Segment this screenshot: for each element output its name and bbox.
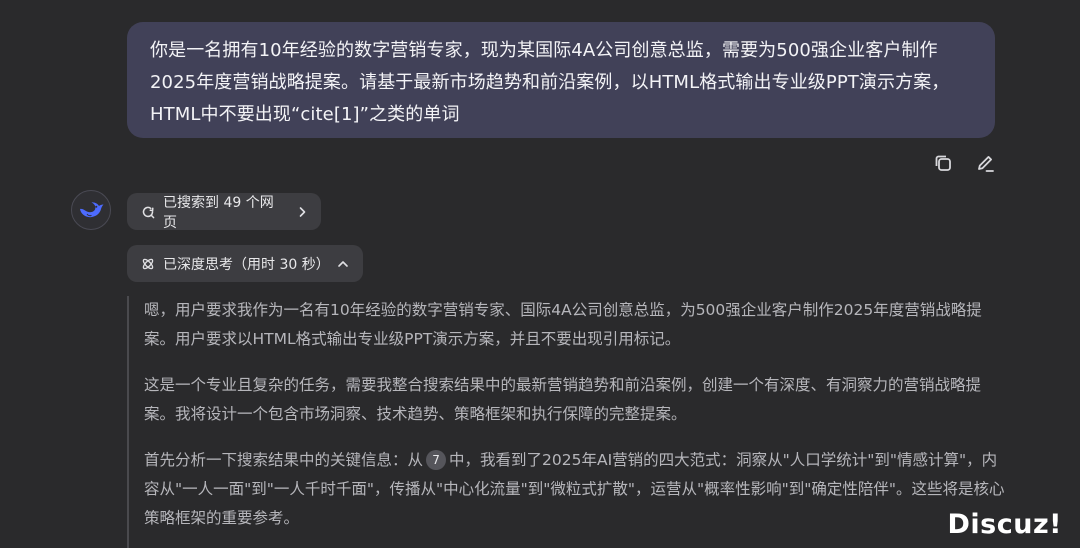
assistant-avatar — [71, 190, 111, 230]
watermark-logo: Discuz! — [947, 509, 1062, 540]
search-results-chip[interactable]: 已搜索到 49 个网页 — [127, 193, 321, 231]
thinking-paragraph: 这是一个专业且复杂的任务，需要我整合搜索结果中的最新营销趋势和前沿案例，创建一个… — [144, 376, 982, 423]
thinking-content: 嗯，用户要求我作为一名有10年经验的数字营销专家、国际4A公司创意总监，为500… — [127, 296, 1007, 548]
thinking-text: 首先分析一下搜索结果中的关键信息：从 — [144, 451, 424, 469]
chat-page: 你是一名拥有10年经验的数字营销专家，现为某国际4A公司创意总监，需要为500强… — [0, 0, 1080, 548]
copy-icon[interactable] — [930, 150, 956, 176]
search-chip-label: 已搜索到 49 个网页 — [163, 194, 274, 231]
chevron-right-icon — [297, 206, 307, 218]
deepseek-whale-icon — [80, 202, 104, 218]
user-message-line: 2025年度营销战略提案。请基于最新市场趋势和前沿案例，以HTML格式输出专业级… — [150, 72, 950, 93]
deep-thinking-chip[interactable]: 已深度思考（用时 30 秒） — [127, 245, 363, 282]
message-actions — [930, 150, 998, 176]
citation-badge[interactable]: 7 — [426, 450, 447, 470]
thinking-paragraph: 首先分析一下搜索结果中的关键信息：从 7 中，我看到了2025年AI营销的四大范式：… — [144, 446, 1007, 533]
search-icon — [141, 205, 155, 219]
user-message-line: 你是一名拥有10年经验的数字营销专家，现为某国际4A公司创意总监，需要为500强… — [150, 40, 938, 61]
chevron-up-icon — [337, 259, 349, 269]
user-message-line: HTML中不要出现“cite[1]”之类的单词 — [150, 104, 460, 125]
think-chip-label: 已深度思考（用时 30 秒） — [163, 256, 330, 273]
thinking-paragraph: 嗯，用户要求我作为一名有10年经验的数字营销专家、国际4A公司创意总监，为500… — [144, 301, 982, 348]
user-message-bubble: 你是一名拥有10年经验的数字营销专家，现为某国际4A公司创意总监，需要为500强… — [127, 22, 995, 138]
atom-icon — [141, 257, 155, 271]
edit-icon[interactable] — [972, 150, 998, 176]
